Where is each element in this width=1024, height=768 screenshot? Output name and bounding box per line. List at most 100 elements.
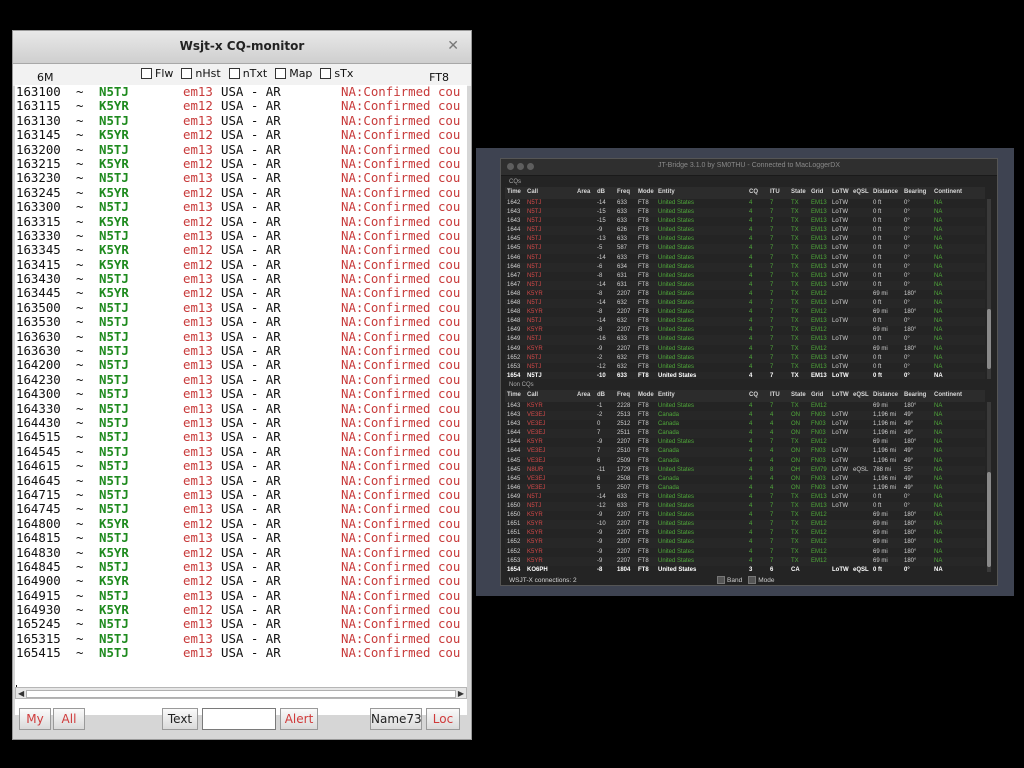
option-stx-checkbox[interactable]: sTx: [320, 67, 353, 80]
option-nhst-checkbox[interactable]: nHst: [181, 67, 221, 80]
decode-row[interactable]: 163415 ~ K5YR em12 USA - AR NA:Confirmed cou: [15, 257, 467, 272]
column-header-lotw[interactable]: LoTW: [832, 189, 849, 195]
decode-row[interactable]: 164430 ~ N5TJ em13 USA - AR NA:Confirmed cou: [15, 415, 467, 430]
table-row[interactable]: 1650 K5YR -9 2207 FT8 United States 4 7 TX EM12 69…: [505, 511, 985, 520]
decode-row[interactable]: 164230 ~ N5TJ em13 USA - AR NA:Confirmed cou: [15, 372, 467, 387]
table-row[interactable]: 1645 N8UR -11 1729 FT8 United States 4 8 OH EM79 L…: [505, 465, 985, 475]
table-row[interactable]: 1649 N5TJ -16 633 FT8 United States 4 7 TX EM13 Lo…: [505, 335, 985, 345]
column-header-distance[interactable]: Distance: [873, 392, 898, 398]
decode-row[interactable]: 165245 ~ N5TJ em13 USA - AR NA:Confirmed cou: [15, 617, 467, 632]
table-row[interactable]: 1646 VE3EJ 5 2507 FT8 Canada 4 4 ON FN03 LoTW 1,196…: [505, 483, 985, 493]
decode-row[interactable]: 163300 ~ N5TJ em13 USA - AR NA:Confirmed cou: [15, 199, 467, 214]
decode-row[interactable]: 163230 ~ N5TJ em13 USA - AR NA:Confirmed cou: [15, 170, 467, 185]
table-row[interactable]: 1643 N5TJ -15 633 FT8 United States 4 7 TX EM13 Lo…: [505, 208, 985, 218]
decode-row[interactable]: 164330 ~ N5TJ em13 USA - AR NA:Confirmed cou: [15, 401, 467, 416]
column-header-grid[interactable]: Grid: [811, 392, 823, 398]
table-row[interactable]: 1647 N5TJ -8 631 FT8 United States 4 7 TX EM13 LoT…: [505, 272, 985, 281]
column-header-bearing[interactable]: Bearing: [904, 189, 926, 195]
decode-row[interactable]: 163145 ~ K5YR em12 USA - AR NA:Confirmed cou: [15, 127, 467, 142]
decode-row[interactable]: 164830 ~ K5YR em12 USA - AR NA:Confirmed cou: [15, 545, 467, 560]
column-header-bearing[interactable]: Bearing: [904, 392, 926, 398]
checkbox-box[interactable]: [717, 576, 725, 584]
decode-row[interactable]: 163215 ~ K5YR em12 USA - AR NA:Confirmed cou: [15, 156, 467, 171]
all-button[interactable]: All: [53, 708, 85, 730]
column-header-itu[interactable]: ITU: [770, 189, 780, 195]
table-row[interactable]: 1643 K5YR -1 2228 FT8 United States 4 7 TX EM12 69…: [505, 402, 985, 411]
table-row[interactable]: 1643 VE3EJ 0 2512 FT8 Canada 4 4 ON FN03 LoTW 1,196…: [505, 420, 985, 429]
table-row[interactable]: 1652 K5YR -9 2207 FT8 United States 4 7 TX EM12 69…: [505, 538, 985, 548]
decode-row[interactable]: 165415 ~ N5TJ em13 USA - AR NA:Confirmed cou: [15, 645, 467, 660]
column-header-mode[interactable]: Mode: [638, 189, 654, 195]
scrollbar-thumb[interactable]: [987, 309, 991, 369]
decode-row[interactable]: 164200 ~ N5TJ em13 USA - AR NA:Confirmed cou: [15, 358, 467, 373]
table-row[interactable]: 1645 N5TJ -5 587 FT8 United States 4 7 TX EM13 LoT…: [505, 244, 985, 254]
my-button[interactable]: My: [19, 708, 51, 730]
checkbox-box[interactable]: [228, 68, 240, 79]
decode-row[interactable]: 164300 ~ N5TJ em13 USA - AR NA:Confirmed cou: [15, 386, 467, 401]
column-header-area[interactable]: Area: [577, 392, 590, 398]
decode-row[interactable]: 163630 ~ N5TJ em13 USA - AR NA:Confirmed cou: [15, 329, 467, 344]
table-row[interactable]: 1654 KO6PH -8 1804 FT8 United States 3 6 CA LoTW e…: [505, 566, 985, 574]
table-row[interactable]: 1643 VE3EJ -2 2513 FT8 Canada 4 4 ON FN03 LoTW 1,19…: [505, 411, 985, 421]
text-button[interactable]: Text: [162, 708, 198, 730]
column-header-entity[interactable]: Entity: [658, 189, 675, 195]
column-header-grid[interactable]: Grid: [811, 189, 823, 195]
column-header-time[interactable]: Time: [507, 189, 521, 195]
decode-row[interactable]: 163430 ~ N5TJ em13 USA - AR NA:Confirmed cou: [15, 271, 467, 286]
scrollbar-thumb[interactable]: [987, 472, 991, 567]
table-row[interactable]: 1645 N5TJ -13 633 FT8 United States 4 7 TX EM13 Lo…: [505, 235, 985, 244]
column-header-state[interactable]: State: [791, 392, 806, 398]
column-header-itu[interactable]: ITU: [770, 392, 780, 398]
table-row[interactable]: 1644 K5YR -9 2207 FT8 United States 4 7 TX EM12 69…: [505, 438, 985, 447]
horizontal-scrollbar[interactable]: ◀ ▶: [15, 687, 467, 699]
table-row[interactable]: 1644 VE3EJ 7 2511 FT8 Canada 4 4 ON FN03 LoTW 1,196…: [505, 429, 985, 439]
option-ntxt-checkbox[interactable]: nTxt: [228, 67, 267, 80]
jt-bridge-titlebar[interactable]: JT-Bridge 3.1.0 by SM0THU - Connected to…: [501, 159, 997, 176]
table-row[interactable]: 1649 N5TJ -14 633 FT8 United States 4 7 TX EM13 Lo…: [505, 493, 985, 502]
scrollbar-thumb[interactable]: [26, 690, 456, 698]
decode-row[interactable]: 164900 ~ K5YR em12 USA - AR NA:Confirmed cou: [15, 573, 467, 588]
table-row[interactable]: 1652 K5YR -9 2207 FT8 United States 4 7 TX EM12 69…: [505, 548, 985, 557]
checkbox-box[interactable]: [141, 68, 152, 79]
table-row[interactable]: 1650 N5TJ -12 633 FT8 United States 4 7 TX EM13 Lo…: [505, 502, 985, 512]
table-row[interactable]: 1644 VE3EJ 7 2510 FT8 Canada 4 4 ON FN03 LoTW 1,196…: [505, 447, 985, 457]
decode-row[interactable]: 163530 ~ N5TJ em13 USA - AR NA:Confirmed cou: [15, 314, 467, 329]
scroll-left-icon[interactable]: ◀: [18, 689, 24, 698]
table-row[interactable]: 1647 N5TJ -14 631 FT8 United States 4 7 TX EM13 Lo…: [505, 280, 985, 290]
column-header-entity[interactable]: Entity: [658, 392, 675, 398]
decode-row[interactable]: 164930 ~ K5YR em12 USA - AR NA:Confirmed cou: [15, 602, 467, 617]
name73-button[interactable]: Name73: [370, 708, 422, 730]
cqs-scrollbar[interactable]: [987, 199, 991, 379]
table-row[interactable]: 1649 K5YR -8 2207 FT8 United States 4 7 TX EM12 69…: [505, 326, 985, 335]
table-row[interactable]: 1652 N5TJ -2 632 FT8 United States 4 7 TX EM13 LoT…: [505, 353, 985, 363]
filter-band-checkbox[interactable]: Band: [717, 576, 742, 584]
decode-row[interactable]: 163100 ~ N5TJ em13 USA - AR NA:Confirmed cou: [15, 85, 467, 99]
table-row[interactable]: 1644 N5TJ -9 626 FT8 United States 4 7 TX EM13 LoT…: [505, 226, 985, 236]
decode-row[interactable]: 164800 ~ K5YR em12 USA - AR NA:Confirmed cou: [15, 516, 467, 531]
table-row[interactable]: 1643 N5TJ -15 633 FT8 United States 4 7 TX EM13 Lo…: [505, 217, 985, 226]
cq-monitor-titlebar[interactable]: Wsjt-x CQ-monitor ✕: [13, 31, 471, 64]
scroll-right-icon[interactable]: ▶: [458, 689, 464, 698]
column-header-eqsl[interactable]: eQSL: [853, 392, 869, 398]
column-header-distance[interactable]: Distance: [873, 189, 898, 195]
alert-button[interactable]: Alert: [280, 708, 318, 730]
table-row[interactable]: 1654 N5TJ -10 633 FT8 United States 4 7 TX EM13 Lo…: [505, 371, 985, 379]
table-row[interactable]: 1648 N5TJ -14 632 FT8 United States 4 7 TX EM13 Lo…: [505, 299, 985, 309]
loc-button[interactable]: Loc: [426, 708, 460, 730]
table-row[interactable]: 1645 VE3EJ 6 2509 FT8 Canada 4 4 ON FN03 LoTW 1,196…: [505, 457, 985, 466]
column-header-continent[interactable]: Continent: [934, 189, 962, 195]
decode-row[interactable]: 163330 ~ N5TJ em13 USA - AR NA:Confirmed cou: [15, 228, 467, 243]
decode-row[interactable]: 163130 ~ N5TJ em13 USA - AR NA:Confirmed cou: [15, 113, 467, 128]
decode-row[interactable]: 163630 ~ N5TJ em13 USA - AR NA:Confirmed cou: [15, 343, 467, 358]
table-row[interactable]: 1646 N5TJ -14 633 FT8 United States 4 7 TX EM13 Lo…: [505, 254, 985, 263]
decode-row[interactable]: 163500 ~ N5TJ em13 USA - AR NA:Confirmed cou: [15, 300, 467, 315]
column-header-mode[interactable]: Mode: [638, 392, 654, 398]
checkbox-box[interactable]: [748, 576, 757, 584]
decode-row[interactable]: 164815 ~ N5TJ em13 USA - AR NA:Confirmed cou: [15, 530, 467, 545]
decode-row[interactable]: 165315 ~ N5TJ em13 USA - AR NA:Confirmed cou: [15, 631, 467, 646]
text-filter-input[interactable]: [202, 708, 276, 730]
table-row[interactable]: 1648 K5YR -8 2207 FT8 United States 4 7 TX EM12 69…: [505, 308, 985, 317]
column-header-db[interactable]: dB: [597, 189, 605, 195]
column-header-area[interactable]: Area: [577, 189, 590, 195]
column-header-eqsl[interactable]: eQSL: [853, 189, 869, 195]
